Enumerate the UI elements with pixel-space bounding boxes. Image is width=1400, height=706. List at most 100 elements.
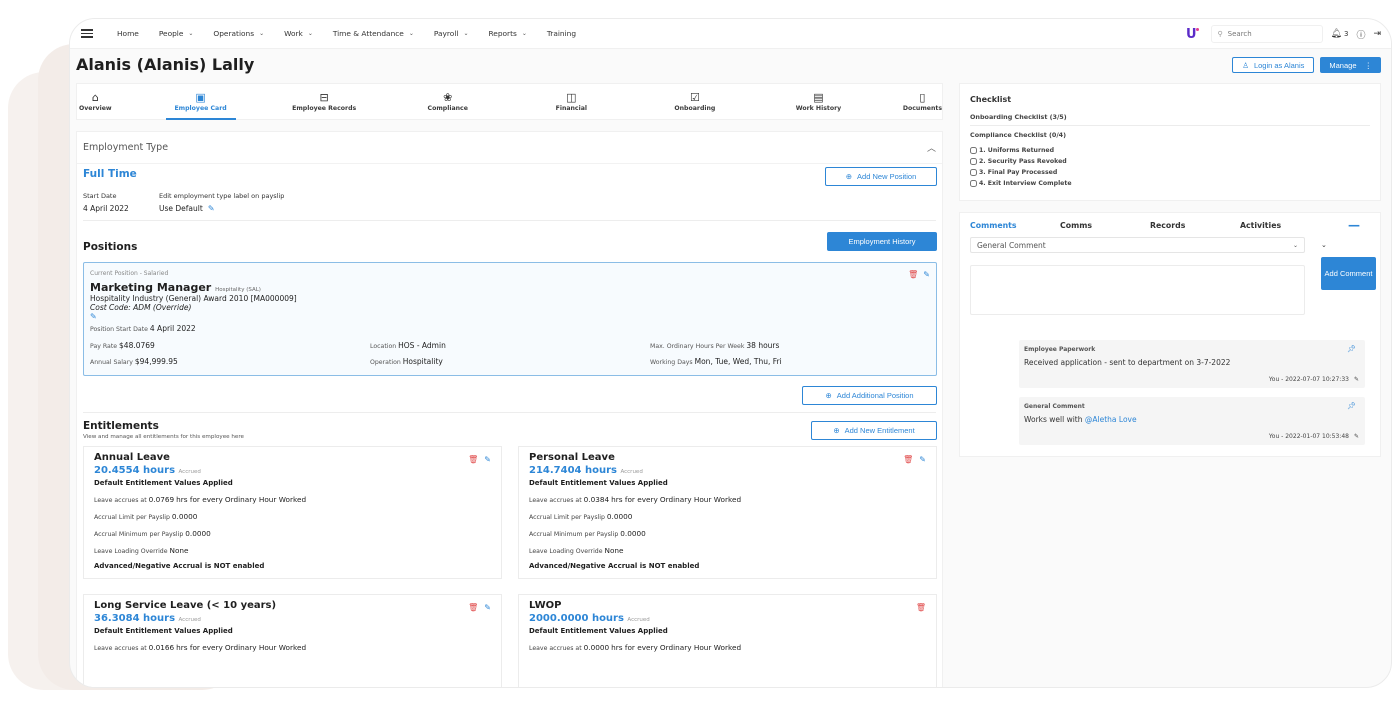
nav-operations[interactable]: Operations ⌄: [213, 29, 264, 38]
nav-label: Training: [546, 29, 577, 38]
checklist-item[interactable]: 4. Exit Interview Complete: [970, 180, 1380, 187]
brand-logo[interactable]: U: [1186, 27, 1199, 42]
plus-circle-icon: ⊕: [833, 426, 840, 435]
divider: [83, 220, 936, 221]
default-values-note: Default Entitlement Values Applied: [529, 627, 668, 635]
tab-documents[interactable]: ▯ Documents: [880, 84, 942, 119]
positions-title: Positions: [83, 241, 138, 253]
edit-pencil-icon[interactable]: ✎: [919, 455, 926, 464]
entitlement-card: Long Service Leave (< 10 years) 36.3084 h…: [83, 594, 502, 687]
tab-employee-records[interactable]: ⊟ Employee Records: [262, 84, 386, 119]
manage-label: Manage: [1329, 60, 1357, 70]
pin-icon[interactable]: 📌︎: [1347, 402, 1356, 410]
chevron-down-icon: ⌄: [463, 30, 469, 37]
add-new-position-button[interactable]: ⊕ Add New Position: [825, 167, 937, 186]
pay-rate: Pay Rate $48.0769: [90, 341, 370, 350]
help-icon[interactable]: ⓘ: [1356, 28, 1365, 41]
checklist-item-label: 1. Uniforms Returned: [979, 147, 1055, 154]
comment-type: General Comment: [1024, 403, 1085, 410]
delete-trash-icon[interactable]: 🗑︎: [468, 603, 478, 612]
delete-trash-icon[interactable]: 🗑︎: [916, 603, 926, 612]
pin-icon[interactable]: 📌︎: [1347, 345, 1356, 353]
delete-trash-icon[interactable]: 🗑︎: [468, 455, 478, 464]
tab-overview[interactable]: ⌂ Overview: [77, 84, 139, 119]
minimize-icon[interactable]: —: [1348, 219, 1360, 231]
tab-work-history[interactable]: ▤ Work History: [757, 84, 881, 119]
add-additional-position-button[interactable]: ⊕ Add Additional Position: [802, 386, 937, 405]
logout-icon[interactable]: ⇥: [1373, 29, 1381, 39]
comment-textarea[interactable]: [970, 265, 1305, 315]
payslip-label-value: Use Default: [159, 204, 203, 213]
wallet-icon: ◫: [566, 90, 577, 104]
edit-pencil-icon[interactable]: ✎: [484, 603, 491, 612]
nav-label: Home: [117, 29, 139, 38]
collapse-chevron-up-icon[interactable]: ︿: [927, 141, 936, 154]
search-box[interactable]: ⚲: [1210, 25, 1323, 43]
edit-pencil-icon[interactable]: ✎: [1354, 433, 1359, 440]
delete-trash-icon[interactable]: 🗑︎: [903, 455, 913, 464]
edit-pencil-icon[interactable]: ✎: [923, 270, 930, 279]
manage-button[interactable]: Manage ⋮: [1320, 57, 1381, 73]
entitlement-name: Personal Leave: [529, 452, 615, 463]
accrual-limit: Accrual Limit per Payslip 0.0000: [94, 512, 198, 521]
nav-payroll[interactable]: Payroll ⌄: [434, 29, 469, 38]
edit-pencil-icon[interactable]: ✎: [1354, 376, 1359, 383]
onboarding-checklist[interactable]: Onboarding Checklist (3/5): [970, 113, 1370, 126]
add-additional-position-label: Add Additional Position: [836, 391, 914, 400]
chevron-down-icon: ⌄: [408, 30, 414, 37]
entitlement-hours: 214.7404 hours: [529, 465, 617, 476]
max-hours-value: 38 hours: [746, 341, 780, 350]
login-as-button[interactable]: ♙ Login as Alanis: [1232, 57, 1315, 73]
checklist-item-label: 2. Security Pass Revoked: [979, 158, 1067, 165]
entitlement-hours: 20.4554 hours: [94, 465, 176, 476]
add-comment-button[interactable]: Add Comment: [1321, 257, 1376, 290]
comment-type-select[interactable]: General Comment ⌄: [970, 237, 1305, 253]
login-as-label: Login as Alanis: [1253, 60, 1305, 70]
hamburger-menu-icon[interactable]: [81, 29, 93, 38]
notifications-button[interactable]: 🔔︎ 3: [1331, 29, 1349, 39]
mention-link[interactable]: @Aletha Love: [1085, 415, 1137, 424]
chevron-down-icon: ⌄: [521, 30, 527, 37]
checklist-item[interactable]: 2. Security Pass Revoked: [970, 158, 1380, 165]
pay-rate-value: $48.0769: [119, 341, 155, 350]
nav-work[interactable]: Work ⌄: [284, 29, 313, 38]
tab-comments[interactable]: Comments: [970, 221, 1060, 230]
add-new-entitlement-button[interactable]: ⊕ Add New Entitlement: [811, 421, 937, 440]
checklist-checkbox[interactable]: [970, 158, 977, 165]
default-values-note: Default Entitlement Values Applied: [529, 479, 668, 487]
employment-type-value: Full Time: [83, 168, 137, 180]
employment-history-button[interactable]: Employment History: [827, 232, 937, 251]
edit-pencil-icon[interactable]: ✎: [208, 204, 215, 213]
entitlement-name: Annual Leave: [94, 452, 170, 463]
checklist-checkbox[interactable]: [970, 169, 977, 176]
nav-time-attendance[interactable]: Time & Attendance ⌄: [333, 29, 414, 38]
working-days-value: Mon, Tue, Wed, Thu, Fri: [694, 357, 782, 366]
nav-training[interactable]: Training: [547, 29, 576, 38]
entitlement-card: LWOP 2000.0000 hours Accrued Default Entit…: [518, 594, 937, 687]
employment-type-header[interactable]: Employment Type ︿: [77, 132, 942, 164]
tab-activities[interactable]: Activities: [1240, 221, 1330, 230]
nav-people[interactable]: People ⌄: [159, 29, 194, 38]
checklist-checkbox[interactable]: [970, 180, 977, 187]
tab-employee-card[interactable]: ▣ Employee Card: [139, 84, 263, 119]
chevron-down-icon[interactable]: ⌄: [1321, 241, 1327, 249]
tab-records[interactable]: Records: [1150, 221, 1240, 230]
accrual-minimum: Accrual Minimum per Payslip 0.0000: [94, 529, 211, 538]
tab-financial[interactable]: ◫ Financial: [510, 84, 634, 119]
checklist-checkbox[interactable]: [970, 147, 977, 154]
nav-label: People: [158, 29, 184, 38]
search-input[interactable]: [1227, 30, 1313, 38]
max-hours-label: Max. Ordinary Hours Per Week: [650, 343, 745, 350]
tab-onboarding[interactable]: ☑ Onboarding: [633, 84, 757, 119]
tab-compliance[interactable]: ❀ Compliance: [386, 84, 510, 119]
nav-reports[interactable]: Reports ⌄: [488, 29, 526, 38]
edit-cost-code-pencil-icon[interactable]: ✎: [90, 312, 930, 321]
checklist-item[interactable]: 1. Uniforms Returned: [970, 147, 1380, 154]
checklist-item[interactable]: 3. Final Pay Processed: [970, 169, 1380, 176]
annual-salary-value: $94,999.95: [134, 357, 178, 366]
compliance-checklist[interactable]: Compliance Checklist (0/4): [970, 131, 1370, 143]
tab-comms[interactable]: Comms: [1060, 221, 1150, 230]
nav-home[interactable]: Home: [117, 29, 139, 38]
delete-trash-icon[interactable]: 🗑︎: [908, 270, 918, 279]
edit-pencil-icon[interactable]: ✎: [484, 455, 491, 464]
